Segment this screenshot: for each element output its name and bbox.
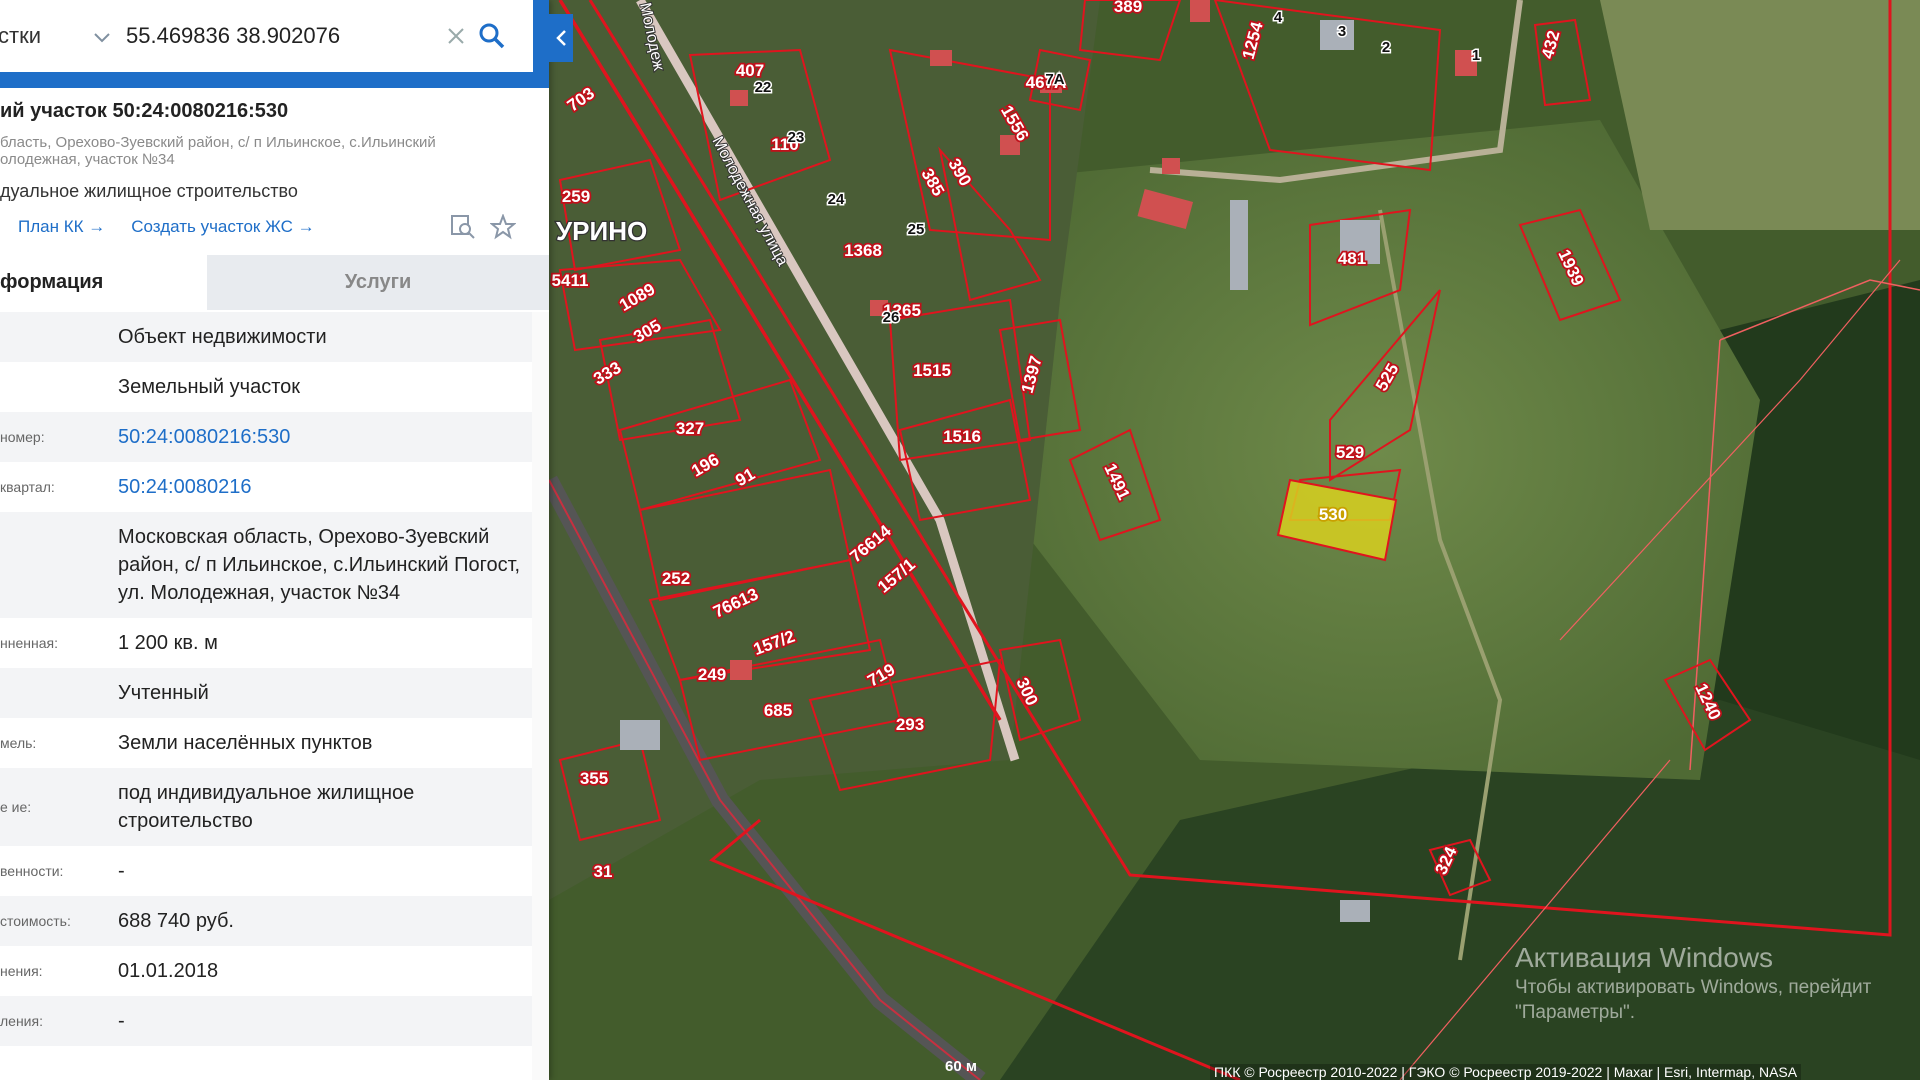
parcel-label: 293 bbox=[896, 715, 924, 734]
row-value: Земли населённых пунктов bbox=[118, 732, 373, 754]
action-icons bbox=[450, 213, 517, 245]
row-label: мель: bbox=[0, 735, 37, 751]
parcel-label: 407 bbox=[736, 61, 764, 80]
map-attribution: ПКК © Росреестр 2010-2022 | ГЭКО © Росре… bbox=[1210, 1064, 1802, 1080]
search-box: стки bbox=[0, 0, 533, 72]
row-value: Учтенный bbox=[118, 682, 209, 704]
attributes-table: Объект недвижимости Земельный участок но… bbox=[0, 312, 532, 1046]
action-links: План КК → Создать участок ЖС → bbox=[18, 217, 315, 237]
clear-icon[interactable] bbox=[438, 18, 474, 54]
parcel-label: 529 bbox=[1336, 443, 1364, 462]
house-number: 4 bbox=[1274, 9, 1283, 26]
parcel-label: 327 bbox=[676, 419, 704, 438]
village-label: УРИНО bbox=[556, 216, 647, 246]
purpose-line: дуальное жилищное строительство bbox=[0, 181, 298, 201]
windows-activation-watermark: Активация Windows Чтобы активировать Win… bbox=[1515, 942, 1871, 1024]
row-value: - bbox=[118, 1010, 125, 1032]
parcel-title: ий участок 50:24:0080216:530 bbox=[0, 100, 289, 122]
chevron-down-icon bbox=[94, 23, 110, 49]
house-number: 22 bbox=[755, 79, 772, 96]
parcel-label: 31 bbox=[594, 862, 613, 881]
category-label: стки bbox=[0, 23, 41, 48]
row-label: е ие: bbox=[0, 799, 32, 815]
parcel-label: 355 bbox=[580, 769, 608, 788]
watermark-title: Активация Windows bbox=[1515, 942, 1774, 973]
row-value: Московская область, Орехово-Зуевский рай… bbox=[118, 526, 521, 604]
parcel-label: 685 bbox=[764, 701, 792, 720]
house-number: 26 bbox=[883, 309, 900, 326]
table-row: венности: - bbox=[0, 846, 532, 896]
parcel-label: 389 bbox=[1114, 0, 1142, 16]
table-row: нения: 01.01.2018 bbox=[0, 946, 532, 996]
table-row: нненная: 1 200 кв. м bbox=[0, 618, 532, 668]
parcel-label: 252 bbox=[662, 569, 690, 588]
row-label bbox=[0, 668, 118, 718]
table-row: е ие: под индивидуальное жилищное строите… bbox=[0, 768, 532, 846]
search-input[interactable] bbox=[124, 22, 438, 50]
tab-services[interactable]: Услуги bbox=[207, 255, 549, 310]
table-row: Земельный участок bbox=[0, 362, 532, 412]
table-row: квартал: 50:24:0080216 bbox=[0, 462, 532, 512]
house-number: 7A bbox=[1045, 71, 1064, 88]
house-number: 3 bbox=[1338, 23, 1346, 40]
row-label: квартал: bbox=[0, 479, 55, 495]
row-value: Земельный участок bbox=[118, 376, 301, 398]
create-zs-link[interactable]: Создать участок ЖС → bbox=[131, 217, 314, 237]
parcel-label: 1515 bbox=[913, 361, 951, 380]
row-label bbox=[0, 312, 118, 362]
tabs: формация Услуги bbox=[0, 255, 549, 310]
table-row: стоимость: 688 740 руб. bbox=[0, 896, 532, 946]
row-label: венности: bbox=[0, 863, 64, 879]
row-label: номер: bbox=[0, 429, 45, 445]
parcel-label: 481 bbox=[1338, 249, 1366, 268]
row-value: 1 200 кв. м bbox=[118, 632, 218, 654]
parcel-label: 1368 bbox=[844, 241, 882, 260]
row-label bbox=[0, 362, 118, 412]
panel-scrollbar[interactable] bbox=[532, 312, 549, 1080]
row-label: стоимость: bbox=[0, 913, 71, 929]
scale-bar: 60 м bbox=[945, 1058, 977, 1075]
tab-information[interactable]: формация bbox=[0, 255, 207, 310]
cadastral-quarter-link[interactable]: 50:24:0080216 bbox=[118, 462, 532, 512]
row-label: ления: bbox=[0, 1013, 43, 1029]
parcel-label: 1516 bbox=[943, 427, 981, 446]
category-select[interactable]: стки bbox=[0, 23, 110, 49]
table-row: Объект недвижимости bbox=[0, 312, 532, 362]
parcel-label: 249 bbox=[698, 665, 726, 684]
row-value: 688 740 руб. bbox=[118, 910, 234, 932]
star-icon[interactable] bbox=[489, 213, 517, 245]
row-value: 01.01.2018 bbox=[118, 960, 219, 982]
parcel-label: 530 bbox=[1319, 505, 1347, 524]
house-number: 1 bbox=[1472, 47, 1480, 64]
row-label bbox=[0, 512, 118, 618]
row-label: нненная: bbox=[0, 635, 58, 651]
address-subtitle: бласть, Орехово-Зуевский район, с/ п Иль… bbox=[0, 134, 436, 168]
table-row: Московская область, Орехово-Зуевский рай… bbox=[0, 512, 532, 618]
table-row: номер: 50:24:0080216:530 bbox=[0, 412, 532, 462]
parcel-label: 5411 bbox=[552, 271, 589, 290]
info-panel: стки ий участок 50:24:0080216:530 бласть… bbox=[0, 0, 549, 1080]
house-number: 2 bbox=[1382, 39, 1390, 56]
row-value: Объект недвижимости bbox=[118, 326, 327, 348]
watermark-line2: "Параметры". bbox=[1515, 1002, 1636, 1023]
house-number: 24 bbox=[828, 191, 845, 208]
search-bar: стки bbox=[0, 0, 549, 88]
parcel-label: 259 bbox=[562, 187, 590, 206]
cadastral-number-link[interactable]: 50:24:0080216:530 bbox=[118, 412, 532, 462]
house-number: 23 bbox=[788, 129, 805, 146]
table-row: Учтенный bbox=[0, 668, 532, 718]
chevron-left-icon bbox=[556, 30, 566, 46]
plan-kk-link[interactable]: План КК → bbox=[18, 217, 105, 237]
row-value: - bbox=[118, 860, 125, 882]
row-label: нения: bbox=[0, 963, 43, 979]
watermark-line1: Чтобы активировать Windows, перейдит bbox=[1515, 977, 1872, 998]
house-number: 25 bbox=[908, 221, 925, 238]
collapse-panel-button[interactable] bbox=[549, 14, 573, 62]
zoom-to-icon[interactable] bbox=[450, 214, 476, 245]
row-value: под индивидуальное жилищное строительств… bbox=[118, 782, 415, 832]
table-row: ления: - bbox=[0, 996, 532, 1046]
search-icon[interactable] bbox=[474, 18, 510, 54]
table-row: мель: Земли населённых пунктов bbox=[0, 718, 532, 768]
field-area bbox=[1600, 0, 1920, 230]
